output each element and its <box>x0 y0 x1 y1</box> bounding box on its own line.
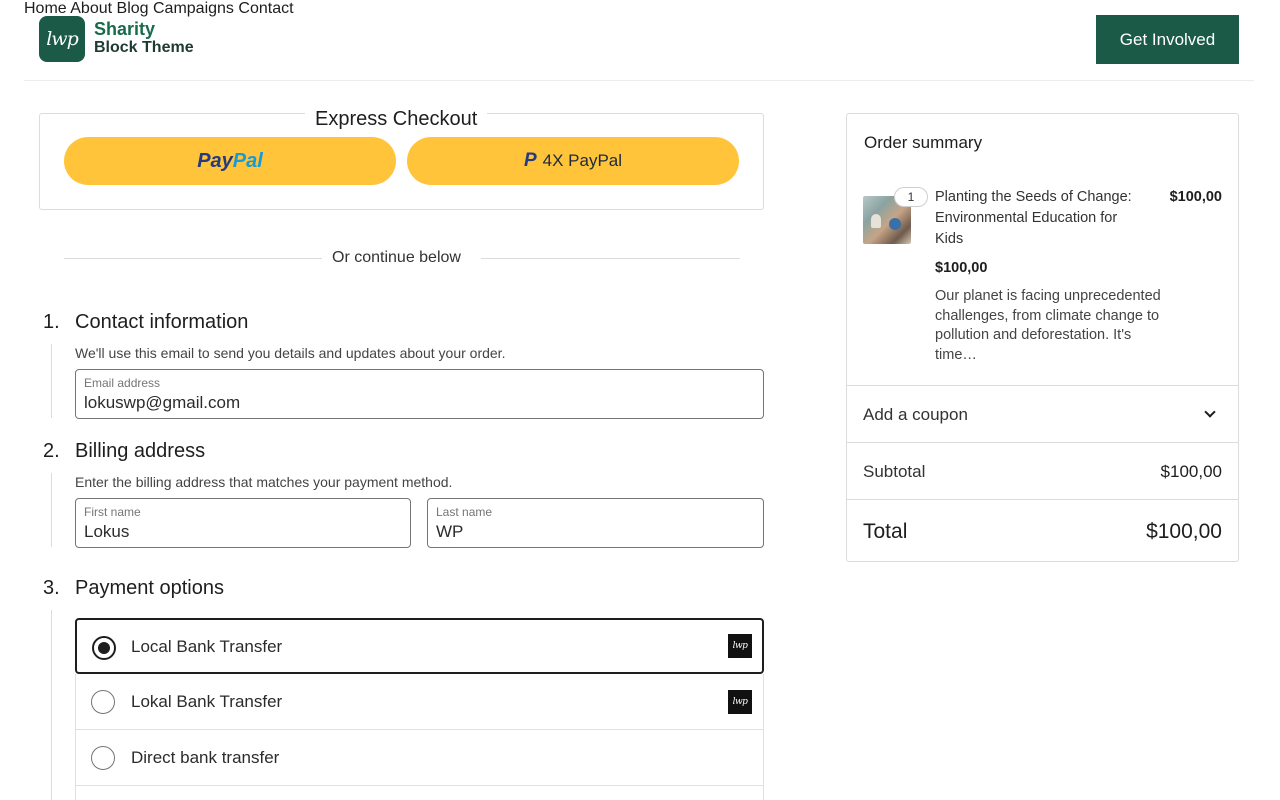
brand-line-1: Sharity <box>94 19 156 39</box>
nav-home[interactable]: Home <box>24 0 67 17</box>
payment-option-next[interactable] <box>75 786 764 800</box>
nav-about[interactable]: About <box>70 0 112 17</box>
express-checkout-title: Express Checkout <box>305 108 488 131</box>
subtotal-label: Subtotal <box>863 462 926 481</box>
order-summary-title: Order summary <box>864 133 983 152</box>
subtotal-value: $100,00 <box>1160 462 1222 481</box>
express-checkout: Express Checkout PayPal P 4X PayPal <box>39 108 764 210</box>
coupon-toggle[interactable]: Add a coupon <box>847 385 1238 442</box>
radio-selected[interactable] <box>92 636 116 660</box>
paypal-logo: PayPal <box>197 149 263 172</box>
total-label: Total <box>863 520 908 543</box>
product-name: Planting the Seeds of Change: Environmen… <box>935 189 1132 247</box>
subtotal-row: Subtotal $100,00 <box>847 442 1238 499</box>
brand-name[interactable]: Sharity Block Theme <box>94 19 194 57</box>
payment-option-label: Lokal Bank Transfer <box>131 692 283 711</box>
email-field-value[interactable]: lokuswp@gmail.com <box>84 393 702 413</box>
product-description: Our planet is facing unprecedented chall… <box>935 288 1161 363</box>
total-value: $100,00 <box>1146 520 1222 543</box>
payment-section-title: Payment options <box>75 577 224 599</box>
paypal-pay-later-label: 4X PayPal <box>542 151 623 170</box>
contact-section-title: Contact information <box>75 311 249 333</box>
chevron-down-icon <box>1204 406 1216 418</box>
radio-unselected[interactable] <box>91 746 115 770</box>
logo-mark: lwp <box>46 28 79 50</box>
unit-price: $100,00 <box>935 260 988 276</box>
divider-line-right <box>481 258 740 259</box>
step-rail-contact <box>51 344 52 418</box>
step-number-payment: 3. <box>43 577 60 599</box>
site-header: lwp Sharity Block Theme Home About Blog … <box>24 0 1254 81</box>
paypal-icon: P <box>523 150 537 171</box>
email-field[interactable]: Email address lokuswp@gmail.com <box>75 369 764 419</box>
step-rail-payment <box>51 610 52 800</box>
nav-contact[interactable]: Contact <box>238 0 293 17</box>
billing-section-title: Billing address <box>75 440 206 462</box>
lwp-logo-icon: lwp <box>728 690 752 714</box>
get-involved-button[interactable]: Get Involved <box>1096 15 1239 64</box>
coupon-label: Add a coupon <box>863 405 968 424</box>
step-number-contact: 1. <box>43 311 60 333</box>
site-logo[interactable]: lwp <box>39 16 85 62</box>
radio-unselected[interactable] <box>91 690 115 714</box>
line-total-price: $100,00 <box>1169 189 1222 205</box>
brand-line-2: Block Theme <box>94 39 194 57</box>
nav-blog[interactable]: Blog <box>117 0 149 17</box>
email-field-label: Email address <box>84 376 161 390</box>
payment-option-local-bank-transfer[interactable]: Local Bank Transfer lwp <box>75 618 764 674</box>
step-number-billing: 2. <box>43 440 60 462</box>
payment-option-lokal-bank-transfer[interactable]: Lokal Bank Transfer lwp <box>75 674 764 730</box>
payment-option-direct-bank-transfer[interactable]: Direct bank transfer <box>75 730 764 786</box>
last-name-field[interactable]: Last name WP <box>427 498 764 548</box>
quantity-badge: 1 <box>894 187 928 207</box>
payment-option-label: Direct bank transfer <box>131 748 280 767</box>
first-name-value[interactable]: Lokus <box>84 522 385 542</box>
contact-description: We'll use this email to send you details… <box>75 345 506 361</box>
payment-option-label: Local Bank Transfer <box>131 637 283 656</box>
lwp-logo-icon: lwp <box>728 634 752 658</box>
step-rail-billing <box>51 473 52 547</box>
billing-description: Enter the billing address that matches y… <box>75 474 453 490</box>
paypal-pay-later-button[interactable]: P 4X PayPal <box>407 137 739 185</box>
last-name-label: Last name <box>436 505 493 519</box>
order-summary: Order summary 1 Planting the Seeds of Ch… <box>846 113 1239 562</box>
last-name-value[interactable]: WP <box>436 522 738 542</box>
total-row: Total $100,00 <box>847 499 1238 561</box>
nav-campaigns[interactable]: Campaigns <box>153 0 234 17</box>
or-continue-divider: Or continue below <box>64 249 740 269</box>
first-name-field[interactable]: First name Lokus <box>75 498 411 548</box>
first-name-label: First name <box>84 505 141 519</box>
paypal-button[interactable]: PayPal <box>64 137 396 185</box>
divider-line-left <box>64 258 322 259</box>
divider-text: Or continue below <box>332 249 461 267</box>
